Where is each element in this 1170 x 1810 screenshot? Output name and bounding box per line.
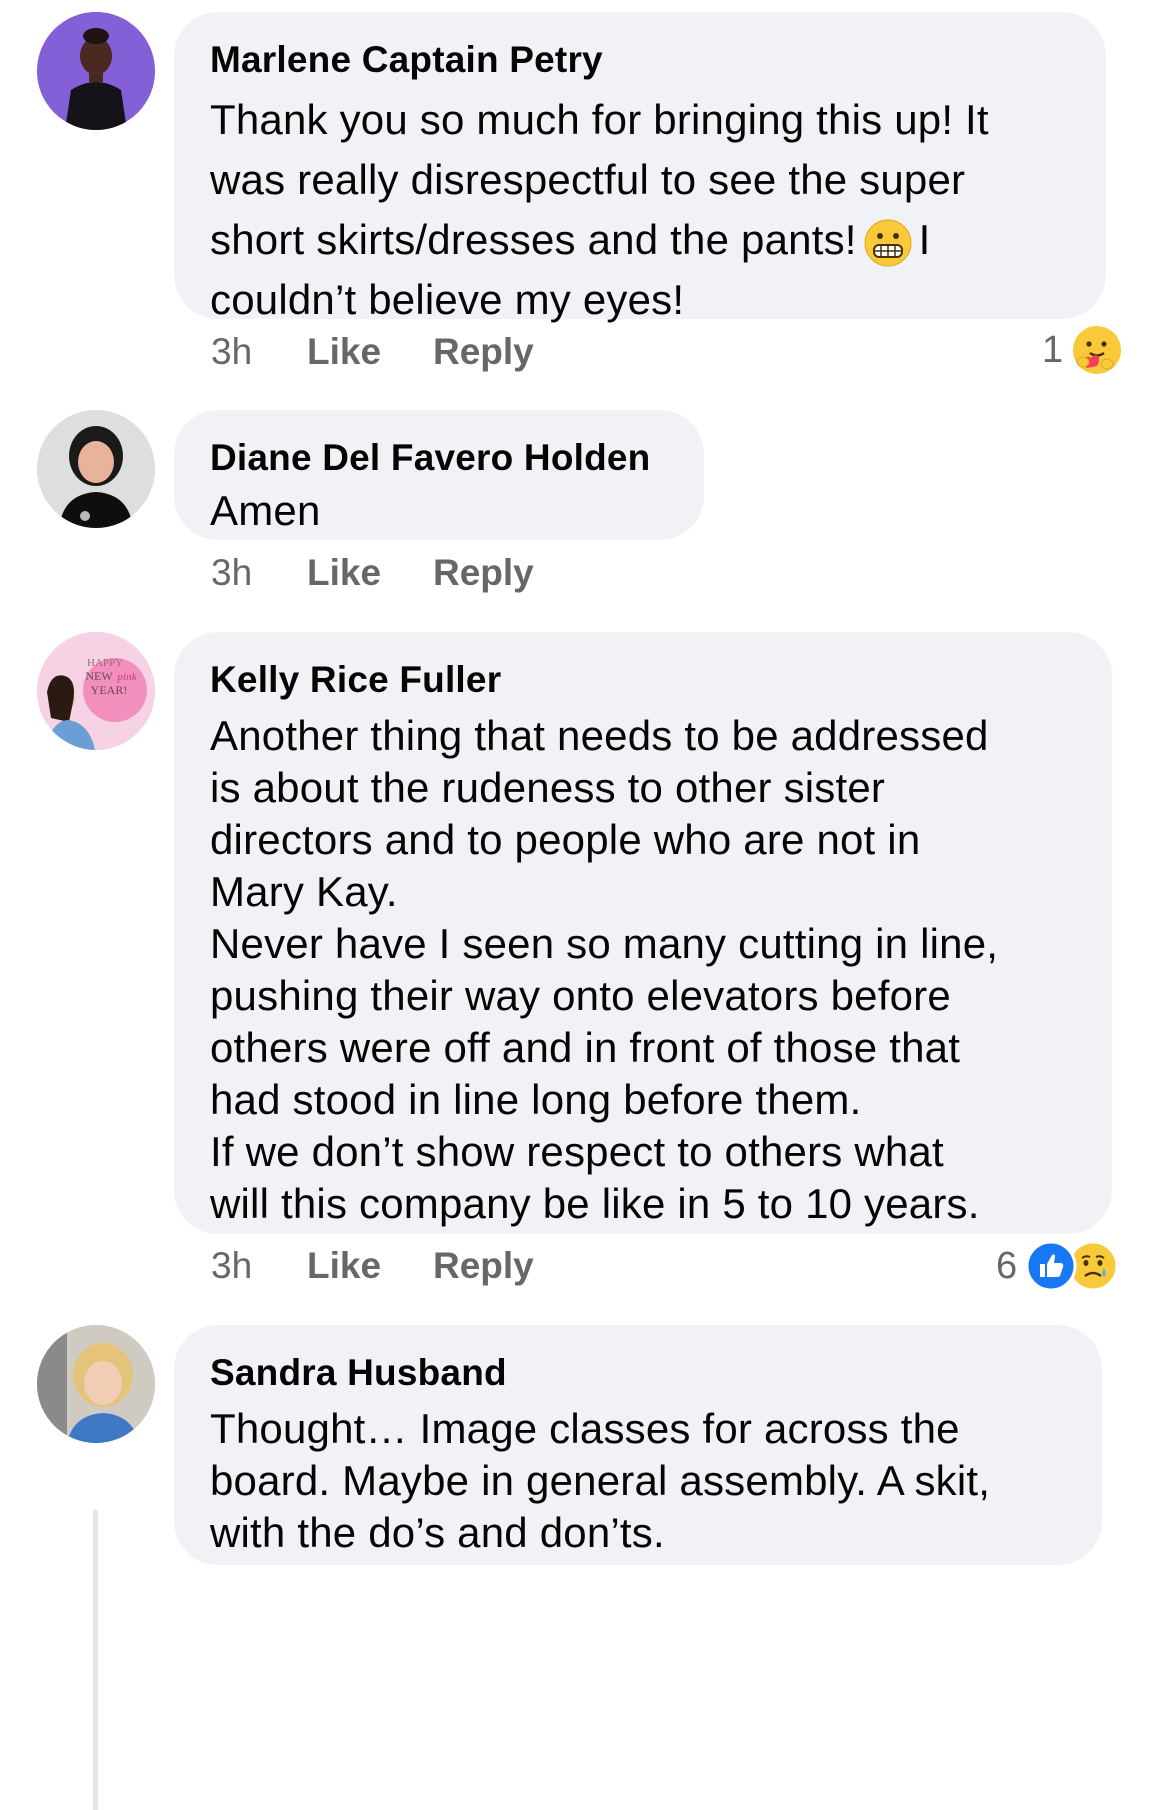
like-button[interactable]: Like bbox=[307, 552, 433, 594]
care-reaction-icon bbox=[1071, 324, 1123, 376]
reaction-summary[interactable]: 1 bbox=[1042, 322, 1123, 378]
avatar[interactable] bbox=[37, 410, 155, 528]
avatar-new-text: NEW bbox=[85, 669, 113, 683]
reply-thread-line bbox=[93, 1510, 98, 1810]
comment-text: Thought… Image classes for across the bo… bbox=[210, 1405, 991, 1556]
avatar-year-text: YEAR! bbox=[91, 683, 128, 697]
avatar[interactable] bbox=[37, 12, 155, 130]
comment-actions: 3h Like Reply bbox=[211, 1241, 534, 1291]
comment-actions: 3h Like Reply bbox=[211, 548, 534, 598]
comment-actions: 3h Like Reply bbox=[211, 327, 534, 377]
comment-text: Thank you so much for bringing this up! … bbox=[210, 90, 1070, 330]
comment-author[interactable]: Diane Del Favero Holden bbox=[210, 436, 668, 480]
comment-bubble: Marlene Captain Petry Thank you so much … bbox=[174, 12, 1106, 323]
comment-text: Amen bbox=[210, 487, 321, 534]
comment-text-part: I bbox=[918, 216, 931, 263]
comment-bubble: Sandra Husband Thought… Image classes fo… bbox=[174, 1325, 1102, 1565]
comment-bubble: Kelly Rice Fuller Another thing that nee… bbox=[174, 632, 1112, 1234]
grimacing-face-icon bbox=[863, 218, 913, 268]
comment-bubble: Diane Del Favero Holden Amen bbox=[174, 410, 704, 540]
comment-timestamp[interactable]: 3h bbox=[211, 1245, 307, 1287]
comment-timestamp[interactable]: 3h bbox=[211, 552, 307, 594]
like-button[interactable]: Like bbox=[307, 1245, 433, 1287]
comment-author[interactable]: Sandra Husband bbox=[210, 1351, 1066, 1395]
like-button[interactable]: Like bbox=[307, 331, 433, 373]
comment-text: Another thing that needs to be addressed… bbox=[210, 712, 999, 1227]
avatar-happy-text: HAPPY bbox=[87, 657, 123, 669]
reply-button[interactable]: Reply bbox=[433, 552, 534, 594]
comment-author[interactable]: Marlene Captain Petry bbox=[210, 38, 1070, 82]
comment-timestamp[interactable]: 3h bbox=[211, 331, 307, 373]
comment-text-part: couldn’t believe my eyes! bbox=[210, 276, 685, 323]
reaction-count: 1 bbox=[1042, 328, 1064, 371]
avatar[interactable]: HAPPY NEW pink YEAR! bbox=[37, 632, 155, 750]
avatar-pink-text: pink bbox=[117, 671, 138, 683]
comment-author[interactable]: Kelly Rice Fuller bbox=[210, 658, 1076, 702]
reaction-summary[interactable]: 6 bbox=[996, 1238, 1119, 1294]
avatar[interactable] bbox=[37, 1325, 155, 1443]
reaction-count: 6 bbox=[996, 1244, 1018, 1287]
like-reaction-icon bbox=[1025, 1240, 1077, 1292]
reply-button[interactable]: Reply bbox=[433, 1245, 534, 1287]
reply-button[interactable]: Reply bbox=[433, 331, 534, 373]
